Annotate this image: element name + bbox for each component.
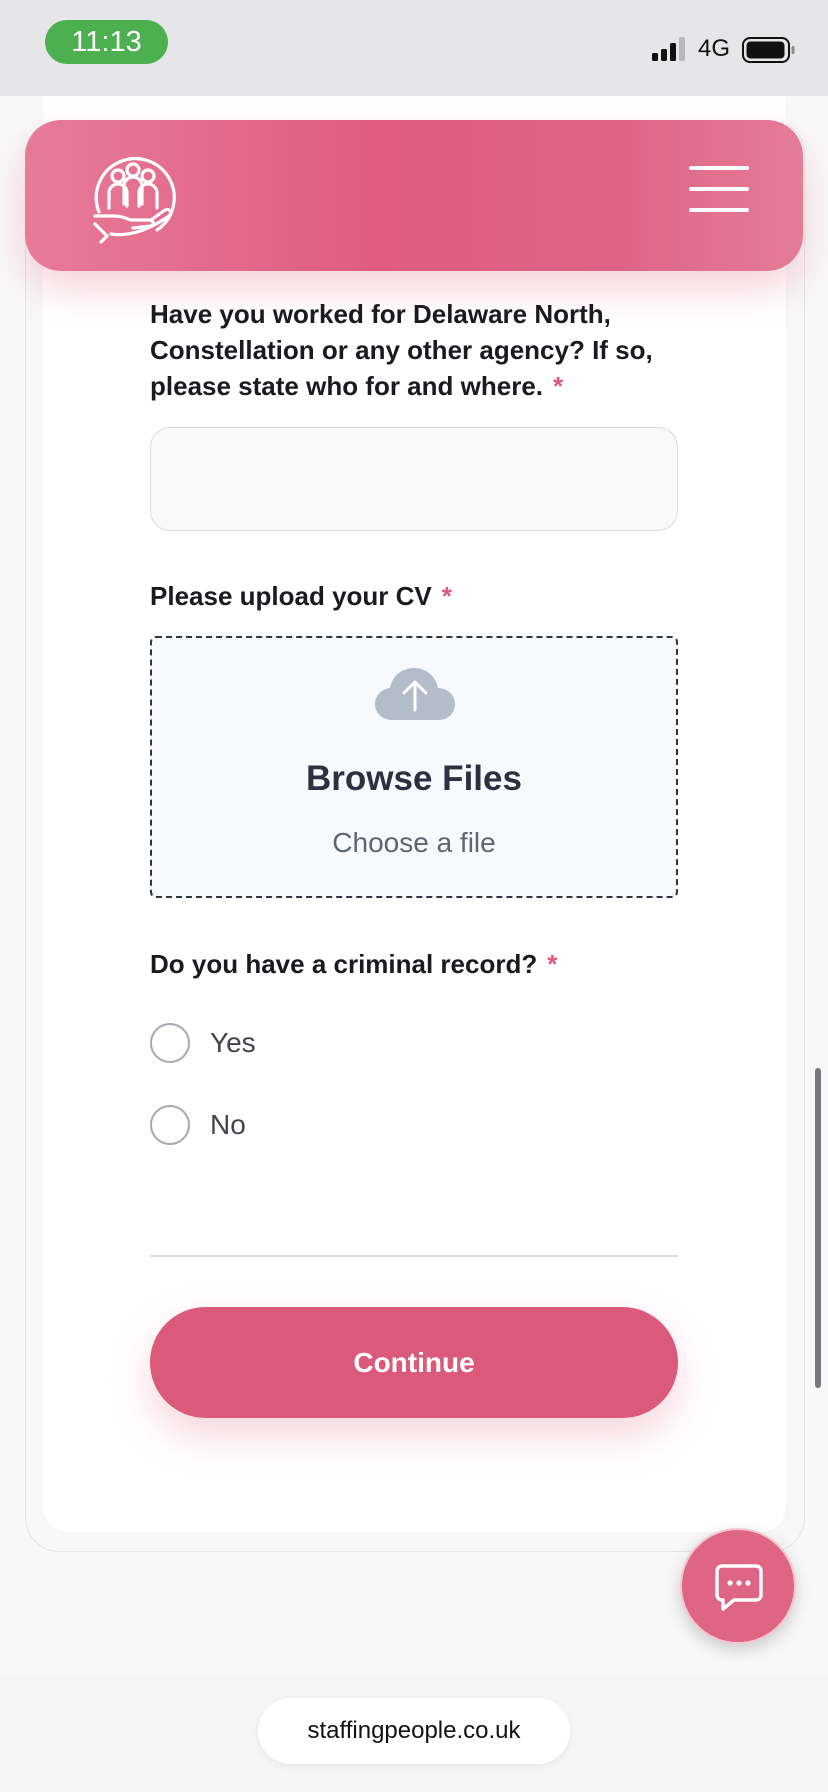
radio-label-yes: Yes	[210, 1027, 256, 1058]
signal-icon	[652, 37, 685, 61]
criminal-record-question-label: Do you have a criminal record? *	[150, 946, 670, 982]
required-marker: *	[553, 371, 564, 401]
cv-upload-dropzone[interactable]: Browse Files Choose a file	[150, 636, 678, 898]
status-bar: 11:13 4G	[0, 0, 828, 96]
agency-question-text: Have you worked for Delaware North, Cons…	[150, 299, 653, 401]
scrollbar[interactable]	[815, 1068, 821, 1388]
browse-files-title: Browse Files	[306, 759, 522, 798]
chat-button[interactable]	[680, 1528, 796, 1644]
cv-label: Please upload your CV *	[150, 578, 670, 614]
chat-bubble-icon	[715, 1564, 763, 1611]
network-label: 4G	[698, 35, 731, 62]
form-divider	[150, 1255, 678, 1257]
continue-button[interactable]: Continue	[150, 1307, 678, 1418]
agency-question-label: Have you worked for Delaware North, Cons…	[150, 296, 670, 404]
radio-option-no[interactable]: No	[150, 1103, 450, 1147]
cv-label-text: Please upload your CV	[150, 581, 432, 611]
status-time: 11:13	[45, 20, 168, 64]
choose-file-text: Choose a file	[332, 827, 496, 858]
cloud-upload-icon	[375, 668, 455, 720]
criminal-record-question-text: Do you have a criminal record?	[150, 949, 538, 979]
required-marker: *	[441, 581, 452, 611]
radio-button-no[interactable]	[150, 1105, 190, 1145]
hamburger-menu-icon[interactable]	[689, 166, 753, 216]
people-in-hand-logo[interactable]	[85, 150, 181, 246]
site-header	[25, 120, 803, 271]
radio-label-no: No	[210, 1109, 246, 1140]
url-bar[interactable]: staffingpeople.co.uk	[258, 1698, 570, 1764]
agency-input[interactable]	[150, 427, 678, 531]
required-marker: *	[547, 949, 558, 979]
radio-button-yes[interactable]	[150, 1023, 190, 1063]
radio-option-yes[interactable]: Yes	[150, 1021, 450, 1065]
battery-icon	[742, 37, 795, 63]
